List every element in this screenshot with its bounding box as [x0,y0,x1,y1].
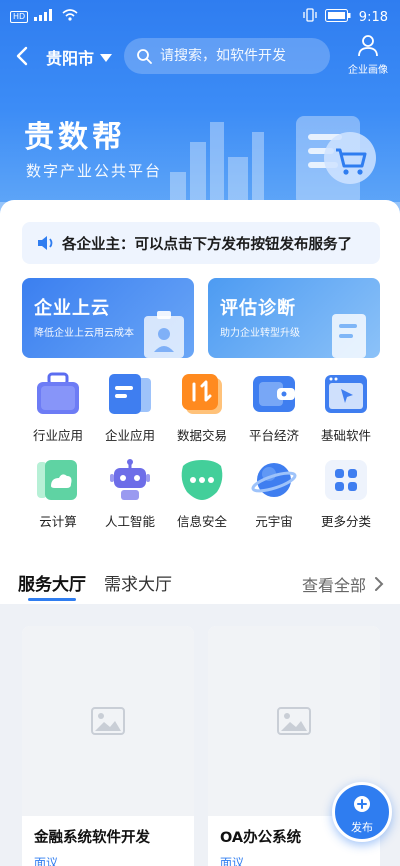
clock: 9:18 [358,9,388,25]
tab-demand-hall[interactable]: 需求大厅 [104,570,172,595]
planet-icon [251,463,297,497]
brand-title: 贵数帮 [24,120,126,155]
promo-title: 评估诊断 [220,298,296,319]
wallet-icon [253,376,295,412]
category-info-security[interactable]: 信息安全 [166,456,238,532]
category-industry-apps[interactable]: 行业应用 [22,370,94,446]
search-bar[interactable] [124,38,330,74]
profile-label: 企业画像 [348,65,388,76]
category-label: 数据交易 [176,428,227,443]
tab-service-hall[interactable]: 服务大厅 [18,570,86,595]
plus-circle-icon [354,796,370,812]
category-metaverse[interactable]: 元宇宙 [238,456,310,532]
enterprise-profile-button[interactable]: 企业画像 [344,34,392,76]
category-grid: 行业应用 企业应用 数据交易 平台经济 基础软件 云计算 人工智能 信息安全 元… [22,370,378,542]
grid-dots-icon [325,460,367,500]
back-button[interactable] [12,44,34,68]
see-all-link[interactable]: 查看全部 [302,572,384,596]
category-label: 人工智能 [104,514,155,529]
robot-icon [110,459,150,500]
data-exchange-icon [182,374,222,414]
category-platform-economy[interactable]: 平台经济 [238,370,310,446]
chevron-left-icon [16,46,28,66]
caret-down-icon [100,54,113,62]
category-label: 元宇宙 [255,514,293,529]
vibrate-icon [303,8,317,26]
category-row: 行业应用 企业应用 数据交易 平台经济 基础软件 [22,370,378,446]
category-data-trading[interactable]: 数据交易 [166,370,238,446]
id-card-icon [144,311,184,358]
city-selector[interactable]: 贵阳市 [46,45,113,69]
status-bar: HD 9:18 [0,0,400,32]
category-cloud-computing[interactable]: 云计算 [22,456,94,532]
service-title: 金融系统软件开发 [34,830,150,846]
search-input[interactable] [160,48,320,64]
search-icon [137,49,152,64]
category-base-software[interactable]: 基础软件 [310,370,382,446]
user-icon [358,35,378,57]
folder-icon [109,374,151,414]
category-label: 云计算 [39,514,77,529]
promo-cloud-card[interactable]: 企业上云 降低企业上云用云成本 [22,278,194,358]
briefcase-icon [37,372,79,414]
promo-subtitle: 助力企业转型升级 [220,328,300,339]
notice-text: 各企业主：可以点击下方发布按钮发布服务了 [62,236,352,253]
document-icon [332,314,366,358]
city-name: 贵阳市 [46,49,95,68]
category-row: 云计算 人工智能 信息安全 元宇宙 更多分类 [22,456,378,532]
chevron-right-icon [375,577,384,591]
signal-icon [34,9,56,24]
category-more[interactable]: 更多分类 [310,456,382,532]
window-cursor-icon [325,375,367,413]
top-nav: 贵阳市 企业画像 [0,35,400,76]
wifi-icon [62,9,78,24]
service-card[interactable]: 金融系统软件开发 面议 [22,626,194,866]
hall-tabs: 服务大厅 需求大厅 查看全部 [0,564,400,604]
category-label: 平台经济 [248,428,299,443]
category-label: 基础软件 [320,428,371,443]
shield-chat-icon [181,460,223,500]
image-placeholder-icon [91,707,125,735]
category-label: 行业应用 [32,428,83,443]
network-badge: HD [10,10,29,23]
service-title: OA办公系统 [220,830,302,846]
publish-label: 发布 [351,821,373,834]
see-all-label: 查看全部 [301,576,366,595]
cloud-icon [37,460,77,500]
category-label: 更多分类 [320,514,371,529]
promo-title: 企业上云 [34,298,110,319]
publish-button[interactable]: 发布 [332,782,392,842]
category-label: 企业应用 [104,428,155,443]
tab-indicator [28,598,76,601]
shopping-cart-illustration-icon [296,116,376,206]
category-enterprise-apps[interactable]: 企业应用 [94,370,166,446]
service-price: 面议 [34,856,59,866]
brand-subtitle: 数字产业公共平台 [26,162,163,180]
notice-bar[interactable]: 各企业主：可以点击下方发布按钮发布服务了 [22,222,380,264]
battery-icon [324,8,351,26]
speaker-icon [38,236,53,250]
image-placeholder-icon [277,707,311,735]
main-content: 各企业主：可以点击下方发布按钮发布服务了 企业上云 降低企业上云用云成本 评估诊… [0,200,400,604]
category-ai[interactable]: 人工智能 [94,456,166,532]
image-placeholder [22,626,194,816]
promo-assessment-card[interactable]: 评估诊断 助力企业转型升级 [208,278,380,358]
service-price: 面议 [220,856,245,866]
category-label: 信息安全 [176,514,227,529]
promo-subtitle: 降低企业上云用云成本 [34,328,134,339]
